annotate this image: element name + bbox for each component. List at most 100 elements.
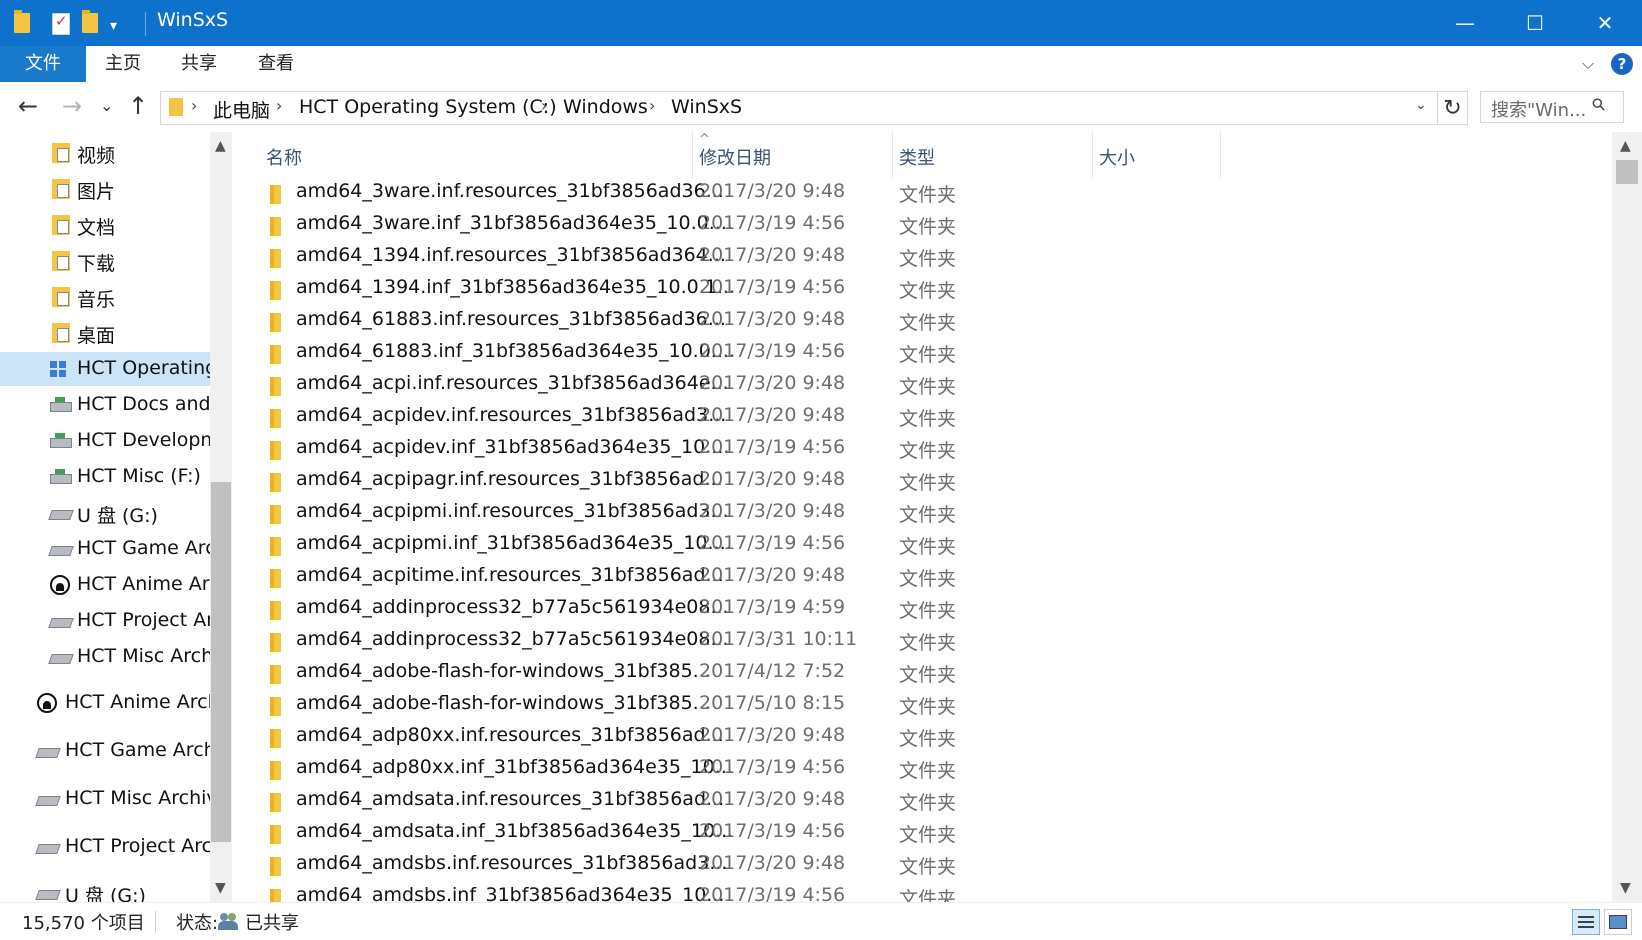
search-input[interactable]: 搜索"Win... ⚲ [1480,91,1624,123]
sidebar-item-game-archive-network[interactable]: HCT Game Archive [0,734,210,768]
sidebar-item-d-drive[interactable]: HCT Docs and Tools (D:) [0,388,210,422]
address-bar[interactable]: › 此电脑 › HCT Operating System (C:) › Wind… [160,91,1438,125]
maximize-button[interactable]: ☐ [1500,0,1570,46]
sidebar-item-usb-drive-network[interactable]: U 盘 (G:) [0,876,210,902]
sidebar-item-game-archive[interactable]: HCT Game Archive [0,532,210,566]
file-list-scrollbar[interactable]: ▲ ▼ [1612,132,1642,902]
table-row[interactable]: amd64_acpipagr.inf.resources_31bf3856ad.… [232,466,1612,498]
table-row[interactable]: amd64_adp80xx.inf.resources_31bf3856ad..… [232,722,1612,754]
breadcrumb-separator[interactable]: › [276,96,282,115]
sidebar-item-f-drive[interactable]: HCT Misc (F:) [0,460,210,494]
file-type: 文件夹 [899,632,957,654]
expand-ribbon-icon[interactable]: ⌵ [1582,54,1594,74]
large-icons-view-button[interactable] [1604,909,1632,935]
table-row[interactable]: amd64_amdsbs.inf_31bf3856ad364e35_10... 2… [232,882,1612,902]
sidebar-item-videos[interactable]: 视频 [0,136,210,170]
recent-locations-button[interactable]: ⌄ [100,96,113,115]
qat-dropdown-icon[interactable]: ▾ [110,18,117,34]
tab-home[interactable]: 主页 [86,46,160,82]
pictures-library-icon [52,179,70,199]
file-list-scroll-thumb[interactable] [1616,160,1638,184]
table-row[interactable]: amd64_1394.inf.resources_31bf3856ad364..… [232,242,1612,274]
sidebar-item-desktop[interactable]: 桌面 [0,316,210,350]
table-row[interactable]: amd64_addinprocess32_b77a5c561934e08... 2… [232,594,1612,626]
table-row[interactable]: amd64_amdsata.inf.resources_31bf3856ad..… [232,786,1612,818]
table-row[interactable]: amd64_amdsbs.inf.resources_31bf3856ad3..… [232,850,1612,882]
help-button[interactable]: ? [1611,53,1633,75]
table-row[interactable]: amd64_addinprocess32_b77a5c561934e08... 2… [232,626,1612,658]
sidebar-scroll-thumb[interactable] [211,482,231,842]
sidebar-item-anime-archive[interactable]: HCT Anime Archive [0,568,210,602]
sidebar-item-misc-archive[interactable]: HCT Misc Archive [0,640,210,674]
sidebar-item-documents[interactable]: 文档 [0,208,210,242]
table-row[interactable]: amd64_adp80xx.inf_31bf3856ad364e35_10...… [232,754,1612,786]
table-row[interactable]: amd64_adobe-flash-for-windows_31bf385...… [232,690,1612,722]
breadcrumb-separator[interactable]: › [649,96,655,115]
file-name: amd64_acpidev.inf_31bf3856ad364e35_10...… [296,436,730,458]
breadcrumb-separator[interactable]: › [191,96,197,115]
folder-icon[interactable] [12,10,32,35]
forward-button[interactable]: → [62,92,82,120]
back-button[interactable]: ← [18,92,38,120]
column-modified[interactable]: 修改日期 [699,144,771,170]
breadcrumb-this-pc[interactable]: 此电脑 [213,96,270,123]
address-dropdown-icon[interactable]: ⌄ [1415,97,1427,113]
sidebar-item-e-drive[interactable]: HCT Development (E:) [0,424,210,458]
table-row[interactable]: amd64_3ware.inf.resources_31bf3856ad36..… [232,178,1612,210]
table-row[interactable]: amd64_1394.inf_31bf3856ad364e35_10.0.1..… [232,274,1612,306]
sidebar-scroll-down-icon[interactable]: ▼ [215,880,226,896]
file-modified-date: 2017/3/20 9:48 [699,788,846,810]
sidebar-item-anime-archive-network[interactable]: HCT Anime Archive [0,686,210,720]
table-row[interactable]: amd64_3ware.inf_31bf3856ad364e35_10.0...… [232,210,1612,242]
minimize-button[interactable]: — [1430,0,1500,46]
column-divider[interactable] [1092,132,1093,178]
table-row[interactable]: amd64_acpidev.inf_31bf3856ad364e35_10...… [232,434,1612,466]
sidebar-item-music[interactable]: 音乐 [0,280,210,314]
tab-view[interactable]: 查看 [238,46,314,82]
table-row[interactable]: amd64_61883.inf_31bf3856ad364e35_10.0...… [232,338,1612,370]
table-row[interactable]: amd64_acpipmi.inf_31bf3856ad364e35_10...… [232,530,1612,562]
new-folder-icon[interactable] [80,10,100,35]
table-row[interactable]: amd64_acpi.inf.resources_31bf3856ad364e.… [232,370,1612,402]
sidebar-item-g-drive[interactable]: U 盘 (G:) [0,496,210,530]
sidebar-item-project-archive-network[interactable]: HCT Project Archive [0,830,210,864]
column-divider[interactable] [1220,132,1221,178]
file-name: amd64_adobe-flash-for-windows_31bf385... [296,660,711,682]
table-row[interactable]: amd64_amdsata.inf_31bf3856ad364e35_10...… [232,818,1612,850]
table-row[interactable]: amd64_adobe-flash-for-windows_31bf385...… [232,658,1612,690]
table-row[interactable]: amd64_acpidev.inf.resources_31bf3856ad3.… [232,402,1612,434]
file-modified-date: 2017/3/19 4:56 [699,884,846,902]
column-name[interactable]: 名称 [266,144,302,170]
up-button[interactable]: ↑ [128,92,148,120]
close-button[interactable]: ✕ [1570,0,1640,46]
properties-icon[interactable] [50,11,70,35]
sidebar-item-downloads[interactable]: 下载 [0,244,210,278]
breadcrumb-windows[interactable]: Windows [563,96,648,118]
sidebar-scroll-up-icon[interactable]: ▲ [215,138,226,154]
table-row[interactable]: amd64_61883.inf.resources_31bf3856ad36..… [232,306,1612,338]
table-row[interactable]: amd64_acpipmi.inf.resources_31bf3856ad3.… [232,498,1612,530]
sidebar-item-misc-archive-network[interactable]: HCT Misc Archive [0,782,210,816]
network-drive-icon [50,397,72,412]
scroll-up-icon[interactable]: ▲ [1620,138,1631,154]
tab-file[interactable]: 文件 [0,46,86,82]
sidebar-item-project-archive[interactable]: HCT Project Archive [0,604,210,638]
tab-share[interactable]: 共享 [162,46,236,82]
breadcrumb-separator[interactable]: › [541,96,547,115]
column-divider[interactable] [692,132,693,178]
folder-icon [270,537,281,556]
scroll-down-icon[interactable]: ▼ [1620,880,1631,896]
column-type[interactable]: 类型 [899,144,935,170]
sidebar-item-c-drive[interactable]: HCT Operating System (C:) [0,352,210,386]
breadcrumb-winsxs[interactable]: WinSxS [671,96,742,118]
table-row[interactable]: amd64_acpitime.inf.resources_31bf3856ad.… [232,562,1612,594]
breadcrumb-c-drive[interactable]: HCT Operating System (C:) [299,96,557,118]
file-name: amd64_amdsbs.inf_31bf3856ad364e35_10... [296,884,725,902]
file-name: amd64_61883.inf_31bf3856ad364e35_10.0...… [296,340,735,362]
details-view-button[interactable] [1572,909,1600,935]
refresh-button[interactable]: ↻ [1438,91,1468,125]
column-size[interactable]: 大小 [1099,144,1135,170]
sidebar-item-pictures[interactable]: 图片 [0,172,210,206]
file-modified-date: 2017/3/19 4:56 [699,820,846,842]
column-divider[interactable] [892,132,893,178]
